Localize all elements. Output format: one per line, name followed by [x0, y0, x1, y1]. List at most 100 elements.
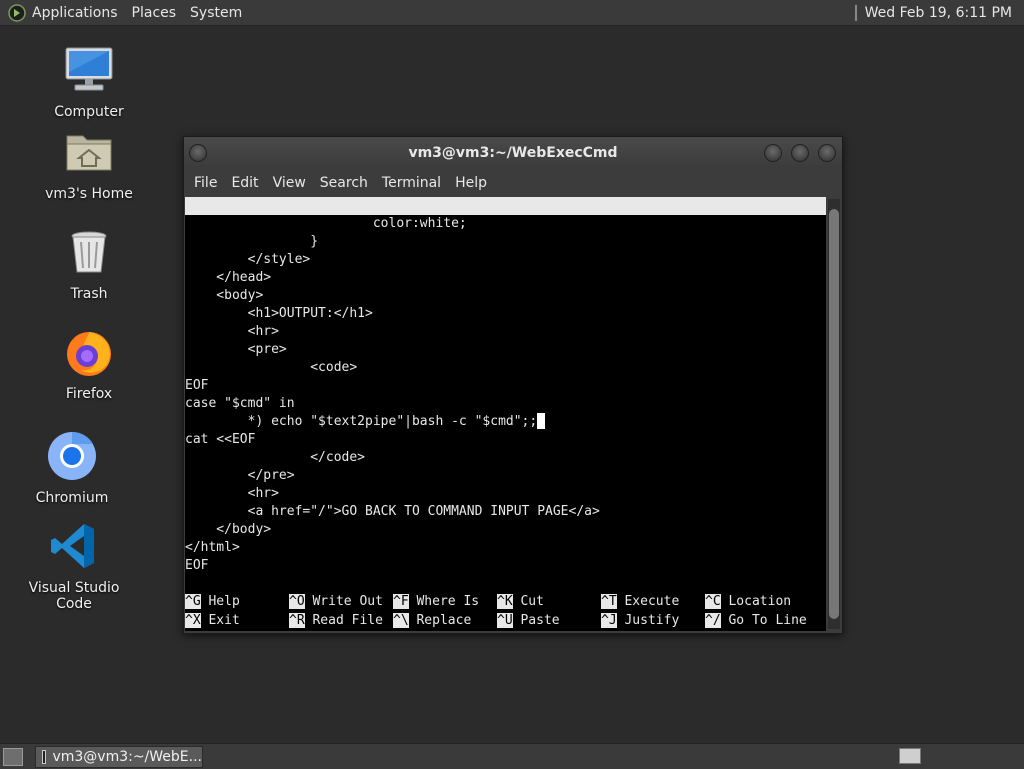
terminal-area[interactable]: GNU nano 8.3 cgi-bin/cmd.sh Modified col…	[185, 197, 826, 631]
shortcut-key: ^J	[601, 613, 617, 628]
menu-file[interactable]: File	[194, 175, 217, 191]
nano-filename: cgi-bin/cmd.sh	[465, 234, 575, 249]
shortcut-label: Where Is	[416, 594, 480, 609]
shortcut-key: ^O	[289, 594, 305, 609]
panel-separator	[854, 4, 857, 21]
show-desktop-icon[interactable]	[3, 748, 23, 766]
applications-menu-icon[interactable]	[8, 3, 26, 22]
window-titlebar[interactable]: vm3@vm3:~/WebExecCmd	[184, 137, 842, 169]
terminal-icon	[42, 750, 47, 764]
computer-icon	[65, 47, 113, 91]
code-line: </style>	[185, 252, 311, 267]
shortcut-replace[interactable]: ^\ Replace	[393, 612, 471, 630]
shortcut-label: Go To Line	[728, 613, 807, 628]
code-line: EOF	[185, 558, 209, 573]
code-line: <hr>	[185, 324, 279, 339]
nano-shortcuts: ^G Help ^O Write Out ^F Where Is ^K Cut …	[185, 593, 826, 631]
trash-icon	[71, 231, 107, 273]
window-menu-icon[interactable]	[189, 144, 207, 162]
applications-menu[interactable]: Applications	[32, 5, 118, 21]
nano-status: Modified	[747, 252, 810, 267]
vscode-icon	[51, 524, 94, 568]
top-panel: Applications Places System Wed Feb 19, 6…	[0, 0, 1024, 26]
shortcut-write-out[interactable]: ^O Write Out	[289, 593, 383, 611]
shortcut-cut[interactable]: ^K Cut	[497, 593, 544, 611]
code-line: EOF	[185, 378, 209, 393]
shortcut-where-is[interactable]: ^F Where Is	[393, 593, 479, 611]
clock[interactable]: Wed Feb 19, 6:11 PM	[865, 5, 1012, 21]
workspace-switcher-icon[interactable]	[899, 748, 921, 764]
shortcut-label: Read File	[312, 613, 383, 628]
code-line: <h1>OUTPUT:</h1>	[185, 306, 373, 321]
code-line-text: *) echo "$text2pipe"|bash -c "$cmd";;	[185, 414, 538, 429]
shortcut-paste[interactable]: ^U Paste	[497, 612, 560, 630]
system-menu[interactable]: System	[190, 5, 242, 21]
shortcut-location[interactable]: ^C Location	[705, 593, 791, 611]
shortcut-read-file[interactable]: ^R Read File	[289, 612, 383, 630]
desktop-icon-label: vm3's Home	[45, 186, 133, 202]
desktop-icon-firefox[interactable]: Firefox	[29, 326, 149, 402]
shortcut-help[interactable]: ^G Help	[185, 593, 240, 611]
code-line: </code>	[185, 450, 366, 465]
minimize-icon[interactable]	[764, 144, 782, 162]
desktop-icon-vscode[interactable]: Visual Studio Code	[14, 520, 134, 612]
code-line: <pre>	[185, 342, 287, 357]
shortcut-exit[interactable]: ^X Exit	[185, 612, 240, 630]
code-line: <hr>	[185, 486, 279, 501]
desktop-icon-label: Chromium	[35, 490, 109, 506]
code-line: <code>	[185, 360, 358, 375]
desktop-icon-trash[interactable]: Trash	[29, 226, 149, 302]
text-cursor	[537, 413, 546, 429]
shortcut-key: ^G	[185, 594, 201, 609]
desktop-icon-chromium[interactable]: Chromium	[12, 430, 132, 506]
code-line: <body>	[185, 288, 264, 303]
window-menubar: File Edit View Search Terminal Help	[184, 169, 842, 197]
code-line-cursor: *) echo "$text2pipe"|bash -c "$cmd";;	[185, 413, 826, 431]
close-icon[interactable]	[818, 144, 836, 162]
code-line: cat <<EOF	[185, 432, 256, 447]
scrollbar-thumb[interactable]	[829, 209, 839, 619]
desktop-icon-label: Trash	[70, 286, 108, 302]
shortcut-label: Justify	[624, 613, 680, 628]
code-line: </head>	[185, 270, 272, 285]
shortcut-label: Location	[728, 594, 792, 609]
shortcut-key: ^\	[393, 613, 409, 628]
code-line: </html>	[185, 540, 240, 555]
shortcut-key: ^U	[497, 613, 513, 628]
menu-search[interactable]: Search	[320, 175, 368, 191]
menu-terminal[interactable]: Terminal	[382, 175, 441, 191]
terminal-window[interactable]: vm3@vm3:~/WebExecCmd File Edit View Sear…	[183, 136, 843, 634]
shortcut-label: Execute	[624, 594, 680, 609]
maximize-icon[interactable]	[791, 144, 809, 162]
code-line: case "$cmd" in	[185, 396, 295, 411]
shortcut-label: Replace	[416, 613, 472, 628]
shortcut-go-to-line[interactable]: ^/ Go To Line	[705, 612, 807, 630]
shortcut-key: ^T	[601, 594, 617, 609]
code-line: </pre>	[185, 468, 295, 483]
taskbar-label: vm3@vm3:~/WebE...	[52, 749, 202, 765]
shortcut-row: ^X Exit ^R Read File ^\ Replace ^U Paste…	[185, 612, 826, 631]
terminal-scrollbar[interactable]	[828, 199, 840, 629]
menu-help[interactable]: Help	[455, 175, 487, 191]
bottom-panel: vm3@vm3:~/WebE...	[0, 743, 1024, 769]
shortcut-label: Cut	[520, 594, 544, 609]
shortcut-execute[interactable]: ^T Execute	[601, 593, 679, 611]
shortcut-label: Help	[208, 594, 240, 609]
shortcut-row: ^G Help ^O Write Out ^F Where Is ^K Cut …	[185, 593, 826, 612]
shortcut-label: Paste	[520, 613, 560, 628]
menu-view[interactable]: View	[273, 175, 306, 191]
desktop-icon-computer[interactable]: Computer	[29, 44, 149, 120]
shortcut-justify[interactable]: ^J Justify	[601, 612, 679, 630]
taskbar-terminal-button[interactable]: vm3@vm3:~/WebE...	[35, 746, 203, 768]
places-menu[interactable]: Places	[132, 5, 177, 21]
chromium-icon	[48, 431, 96, 480]
firefox-icon	[67, 332, 111, 376]
shortcut-key: ^/	[705, 613, 721, 628]
code-line: <a href="/">GO BACK TO COMMAND INPUT PAG…	[185, 504, 600, 519]
menu-edit[interactable]: Edit	[231, 175, 258, 191]
desktop-icon-home[interactable]: vm3's Home	[29, 126, 149, 202]
nano-version: GNU nano 8.3	[201, 216, 295, 231]
desktop-icon-label: Computer	[54, 104, 124, 120]
nano-editor[interactable]: color:white; } </style> </head> <body> <…	[185, 215, 826, 575]
shortcut-key: ^F	[393, 594, 409, 609]
